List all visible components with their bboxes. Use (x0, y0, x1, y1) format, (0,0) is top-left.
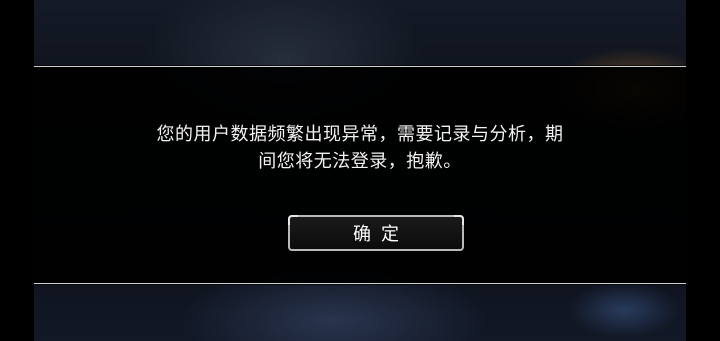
alert-dialog: 您的用户数据频繁出现异常，需要记录与分析，期 间您将无法登录，抱歉。 确定 (34, 66, 686, 284)
left-letterbox (0, 0, 34, 341)
confirm-button-label: 确定 (353, 224, 409, 245)
dialog-message: 您的用户数据频繁出现异常，需要记录与分析，期 间您将无法登录，抱歉。 (74, 121, 646, 175)
right-letterbox (686, 0, 720, 341)
dialog-message-line-1: 您的用户数据频繁出现异常，需要记录与分析，期 (156, 124, 564, 145)
dialog-message-line-2: 间您将无法登录，抱歉。 (258, 151, 462, 172)
confirm-button[interactable]: 确定 (288, 215, 464, 251)
game-screen: 您的用户数据频繁出现异常，需要记录与分析，期 间您将无法登录，抱歉。 确定 (0, 0, 720, 341)
